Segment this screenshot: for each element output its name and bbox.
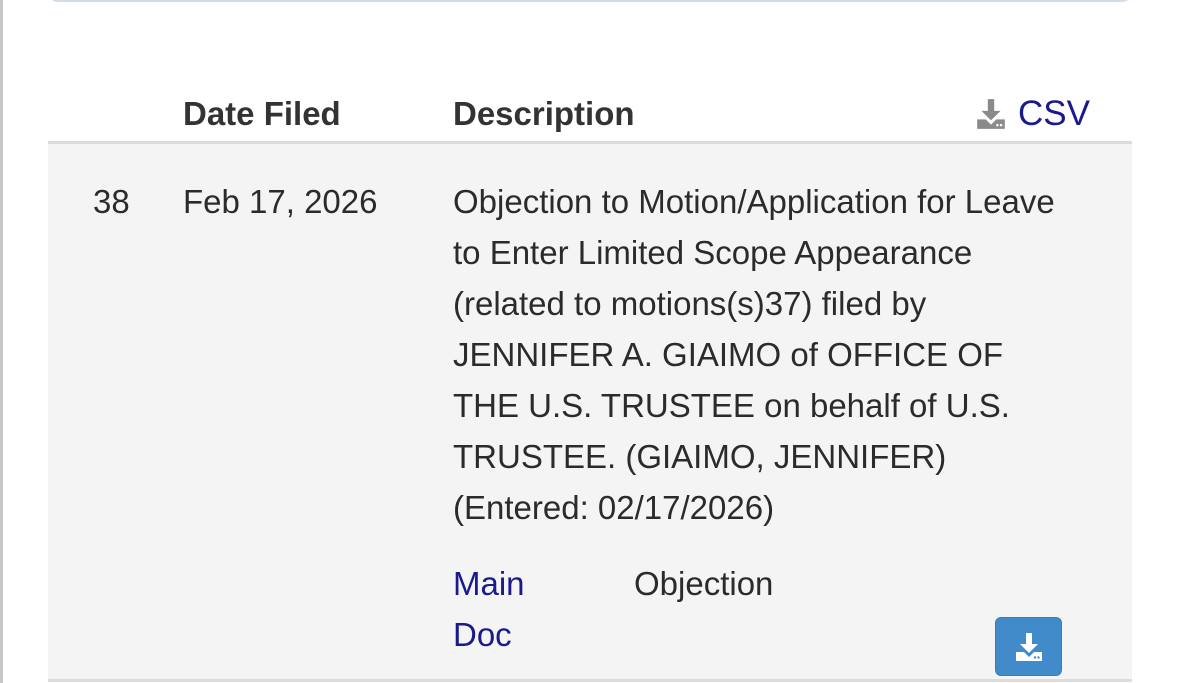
date-filed-header: Date Filed bbox=[183, 95, 341, 132]
entry-date: Feb 17, 2026 bbox=[183, 183, 378, 220]
document-type: Objection bbox=[634, 565, 774, 602]
main-doc-link[interactable]: Main Doc bbox=[453, 558, 573, 660]
download-icon bbox=[1015, 632, 1042, 661]
left-border bbox=[0, 0, 3, 683]
download-button[interactable] bbox=[995, 617, 1062, 676]
table-header: Date Filed Description CSV bbox=[48, 80, 1132, 144]
table-row: 38 Feb 17, 2026 Objection to Motion/Appl… bbox=[48, 144, 1132, 682]
entry-number: 38 bbox=[93, 183, 130, 220]
top-panel-edge bbox=[48, 0, 1132, 2]
description-header: Description bbox=[453, 95, 635, 132]
download-icon bbox=[977, 99, 1005, 129]
csv-download-link[interactable]: CSV bbox=[974, 94, 1090, 134]
entry-description: Objection to Motion/Application for Leav… bbox=[453, 183, 1055, 526]
docket-page: Date Filed Description CSV 38 Feb 17, 20… bbox=[0, 0, 1179, 683]
csv-label: CSV bbox=[1018, 94, 1090, 133]
docket-table: Date Filed Description CSV 38 Feb 17, 20… bbox=[48, 80, 1132, 682]
